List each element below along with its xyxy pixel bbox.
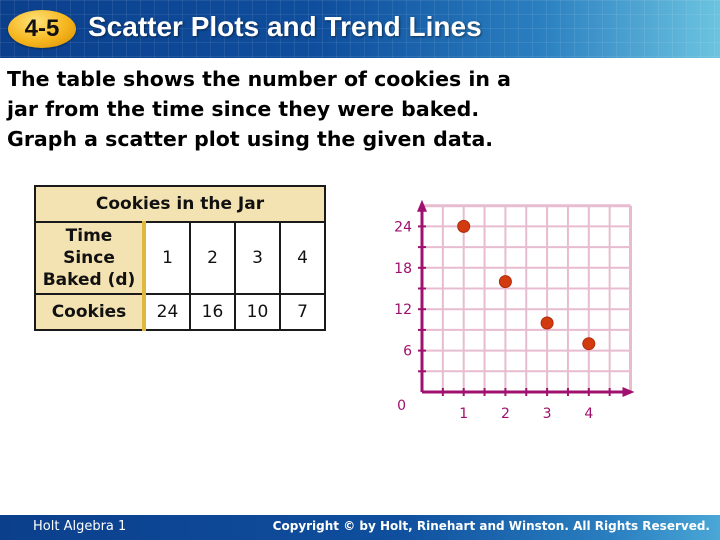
data-point — [498, 275, 512, 289]
y-tick-label: 6 — [403, 344, 412, 360]
prompt-line: Graph a scatter plot using the given dat… — [7, 127, 494, 151]
grid — [422, 204, 632, 392]
table-cell: 10 — [234, 293, 281, 331]
table-cell: 4 — [279, 221, 326, 295]
x-tick-label: 3 — [543, 406, 552, 422]
y-tick-label: 24 — [394, 219, 412, 235]
problem-prompt: The table shows the number of cookies in… — [7, 64, 627, 154]
lesson-badge: 4-5 — [8, 10, 76, 48]
y-tick-label: 18 — [394, 261, 412, 277]
origin-label: 0 — [397, 398, 406, 414]
table-caption: Cookies in the Jar — [34, 185, 326, 223]
slide-footer: Holt Algebra 1 Copyright © by Holt, Rine… — [0, 515, 720, 540]
table-row-cookies: Cookies 24 16 10 7 — [34, 293, 326, 331]
prompt-line: jar from the time since they were baked. — [7, 97, 480, 121]
scatter-chart: 1 2 3 461218240 — [394, 199, 635, 422]
row-header-cookies: Cookies — [34, 293, 146, 331]
x-tick-label: 4 — [584, 406, 593, 422]
x-axis-arrow-icon — [622, 387, 635, 397]
data-point — [582, 337, 596, 351]
row-header-time: Time Since Baked (d) — [34, 221, 146, 295]
x-tick-label: 2 — [501, 406, 510, 422]
table-cell: 7 — [279, 293, 326, 331]
data-point — [457, 219, 471, 233]
slide-title: Scatter Plots and Trend Lines — [88, 11, 482, 42]
table-cell: 2 — [189, 221, 236, 295]
slide-header: 4-5 Scatter Plots and Trend Lines — [0, 0, 720, 58]
table-row-time: Time Since Baked (d) 1 2 3 4 — [34, 221, 326, 295]
table-cell: 16 — [189, 293, 236, 331]
x-tick-label: 1 — [459, 406, 468, 422]
y-tick-label: 12 — [394, 302, 412, 318]
table-cell: 24 — [143, 293, 191, 331]
table-cell: 1 — [143, 221, 191, 295]
footer-book-title: Holt Algebra 1 — [33, 519, 127, 534]
row-header-line: Baked (d) — [42, 270, 136, 290]
table-cell: 3 — [234, 221, 281, 295]
row-header-line: Time Since — [63, 226, 115, 268]
footer-copyright: Copyright © by Holt, Rinehart and Winsto… — [272, 519, 710, 533]
cookies-table: Cookies in the Jar Time Since Baked (d) … — [34, 185, 326, 331]
data-point — [540, 316, 554, 330]
prompt-line: The table shows the number of cookies in… — [7, 67, 511, 91]
